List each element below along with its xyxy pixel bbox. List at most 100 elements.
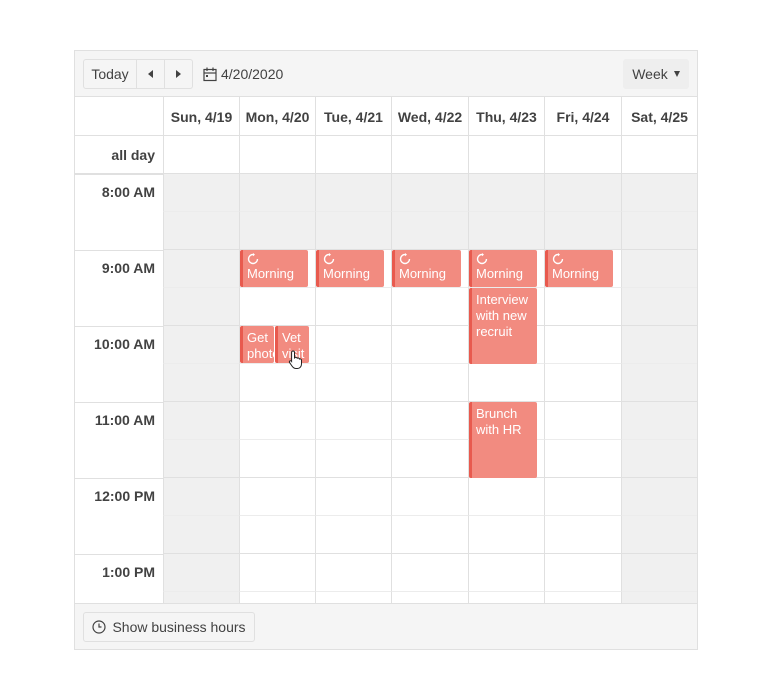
time-slot-cell[interactable] bbox=[391, 364, 468, 402]
time-slot-cell[interactable] bbox=[239, 440, 315, 478]
appointment[interactable]: Morning bbox=[316, 250, 384, 287]
time-slot-cell[interactable] bbox=[239, 174, 315, 212]
appointment[interactable]: Morning bbox=[545, 250, 613, 287]
time-slot-cell[interactable] bbox=[391, 440, 468, 478]
show-business-hours-button[interactable]: Show business hours bbox=[83, 612, 255, 642]
all-day-cell[interactable] bbox=[544, 136, 621, 174]
time-slot-cell[interactable] bbox=[315, 554, 391, 592]
time-slot-cell[interactable] bbox=[544, 326, 621, 364]
time-slot-cell[interactable] bbox=[315, 478, 391, 516]
appointment[interactable]: Morning bbox=[469, 250, 537, 287]
time-slot-cell[interactable] bbox=[621, 554, 697, 592]
time-slot-cell[interactable] bbox=[544, 554, 621, 592]
date-range-picker[interactable]: 4/20/2020 bbox=[203, 59, 283, 89]
time-slot-cell[interactable] bbox=[544, 592, 621, 603]
time-slot-cell[interactable] bbox=[315, 440, 391, 478]
appointment[interactable]: Morning bbox=[392, 250, 461, 287]
time-slot-cell[interactable] bbox=[621, 174, 697, 212]
recurrence-icon bbox=[399, 253, 411, 265]
all-day-cell[interactable] bbox=[239, 136, 315, 174]
time-slot-cell[interactable] bbox=[621, 440, 697, 478]
time-slot-cell[interactable] bbox=[391, 288, 468, 326]
time-slot-cell[interactable] bbox=[391, 554, 468, 592]
all-day-cell[interactable] bbox=[315, 136, 391, 174]
time-slot-cell[interactable] bbox=[163, 250, 239, 288]
appointment[interactable]: Brunch with HR bbox=[469, 402, 537, 478]
time-slot-cell[interactable] bbox=[468, 554, 544, 592]
time-slot-cell[interactable] bbox=[163, 364, 239, 402]
time-slot-cell[interactable] bbox=[391, 402, 468, 440]
time-slot-cell[interactable] bbox=[621, 516, 697, 554]
scheduler-footer: Show business hours bbox=[75, 603, 697, 649]
time-slot-cell[interactable] bbox=[163, 554, 239, 592]
time-slot-cell[interactable] bbox=[391, 516, 468, 554]
time-slot-cell[interactable] bbox=[621, 212, 697, 250]
time-slot-cell[interactable] bbox=[544, 402, 621, 440]
time-slot-cell[interactable] bbox=[239, 402, 315, 440]
appointment[interactable]: Get photo bbox=[240, 326, 274, 363]
time-slot-cell[interactable] bbox=[163, 212, 239, 250]
time-slot-cell[interactable] bbox=[468, 212, 544, 250]
time-slot-cell[interactable] bbox=[163, 516, 239, 554]
time-slot-cell[interactable] bbox=[544, 478, 621, 516]
chevron-left-icon bbox=[148, 70, 153, 78]
all-day-cell[interactable] bbox=[468, 136, 544, 174]
time-slot-cell[interactable] bbox=[391, 478, 468, 516]
time-slot-cell[interactable] bbox=[163, 174, 239, 212]
time-slot-cell[interactable] bbox=[621, 288, 697, 326]
time-slot-cell[interactable] bbox=[239, 212, 315, 250]
time-slot-cell[interactable] bbox=[315, 364, 391, 402]
time-slot-cell[interactable] bbox=[621, 402, 697, 440]
time-slot-cell[interactable] bbox=[544, 440, 621, 478]
today-button[interactable]: Today bbox=[83, 59, 137, 89]
time-slot-cell[interactable] bbox=[391, 212, 468, 250]
time-slot-cell[interactable] bbox=[315, 326, 391, 364]
time-slot-cell[interactable] bbox=[239, 288, 315, 326]
time-slot-cell[interactable] bbox=[391, 326, 468, 364]
time-slot-cell[interactable] bbox=[239, 516, 315, 554]
prev-button[interactable] bbox=[137, 59, 165, 89]
time-slot-cell[interactable] bbox=[544, 288, 621, 326]
all-day-cell[interactable] bbox=[621, 136, 697, 174]
time-slot-cell[interactable] bbox=[468, 174, 544, 212]
time-slot-cell[interactable] bbox=[468, 592, 544, 603]
all-day-label: all day bbox=[111, 147, 155, 163]
all-day-cell[interactable] bbox=[391, 136, 468, 174]
time-slot-cell[interactable] bbox=[239, 478, 315, 516]
time-slot-cell[interactable] bbox=[468, 516, 544, 554]
time-slot-cell[interactable] bbox=[621, 326, 697, 364]
time-slot-cell[interactable] bbox=[468, 478, 544, 516]
all-day-cell[interactable] bbox=[163, 136, 239, 174]
time-slot-cell[interactable] bbox=[163, 478, 239, 516]
time-slot-cell[interactable] bbox=[391, 174, 468, 212]
time-slot-cell[interactable] bbox=[544, 212, 621, 250]
time-slot-cell[interactable] bbox=[315, 288, 391, 326]
time-slot-cell[interactable] bbox=[468, 364, 544, 402]
time-slot-cell[interactable] bbox=[315, 174, 391, 212]
time-slot-cell[interactable] bbox=[544, 174, 621, 212]
time-slot-cell[interactable] bbox=[544, 364, 621, 402]
next-button[interactable] bbox=[165, 59, 193, 89]
time-slot-cell[interactable] bbox=[315, 402, 391, 440]
time-slot-cell[interactable] bbox=[621, 478, 697, 516]
time-slot-cell[interactable] bbox=[315, 212, 391, 250]
time-slot-cell[interactable] bbox=[621, 592, 697, 603]
time-slot-cell[interactable] bbox=[163, 592, 239, 603]
appointment[interactable]: Interview with new recruit bbox=[469, 288, 537, 364]
time-slot-cell[interactable] bbox=[315, 516, 391, 554]
time-slot-cell[interactable] bbox=[315, 592, 391, 603]
scheduler: Today 4/20/2020 Week Sun, 4/19 Mon, 4/20 bbox=[74, 50, 698, 650]
view-switcher[interactable]: Week bbox=[623, 59, 689, 89]
time-slot-cell[interactable] bbox=[391, 592, 468, 603]
time-slot-cell[interactable] bbox=[163, 440, 239, 478]
day-header-row: Sun, 4/19 Mon, 4/20 Tue, 4/21 Wed, 4/22 … bbox=[75, 97, 697, 136]
appointment[interactable]: Morning bbox=[240, 250, 308, 287]
time-slot-cell[interactable] bbox=[163, 402, 239, 440]
time-slot-cell[interactable] bbox=[239, 554, 315, 592]
time-slot-cell[interactable] bbox=[544, 516, 621, 554]
time-slot-cell[interactable] bbox=[621, 364, 697, 402]
time-slot-cell[interactable] bbox=[621, 250, 697, 288]
time-slot-cell[interactable] bbox=[163, 288, 239, 326]
time-slot-cell[interactable] bbox=[163, 326, 239, 364]
time-slot-cell[interactable] bbox=[239, 592, 315, 603]
